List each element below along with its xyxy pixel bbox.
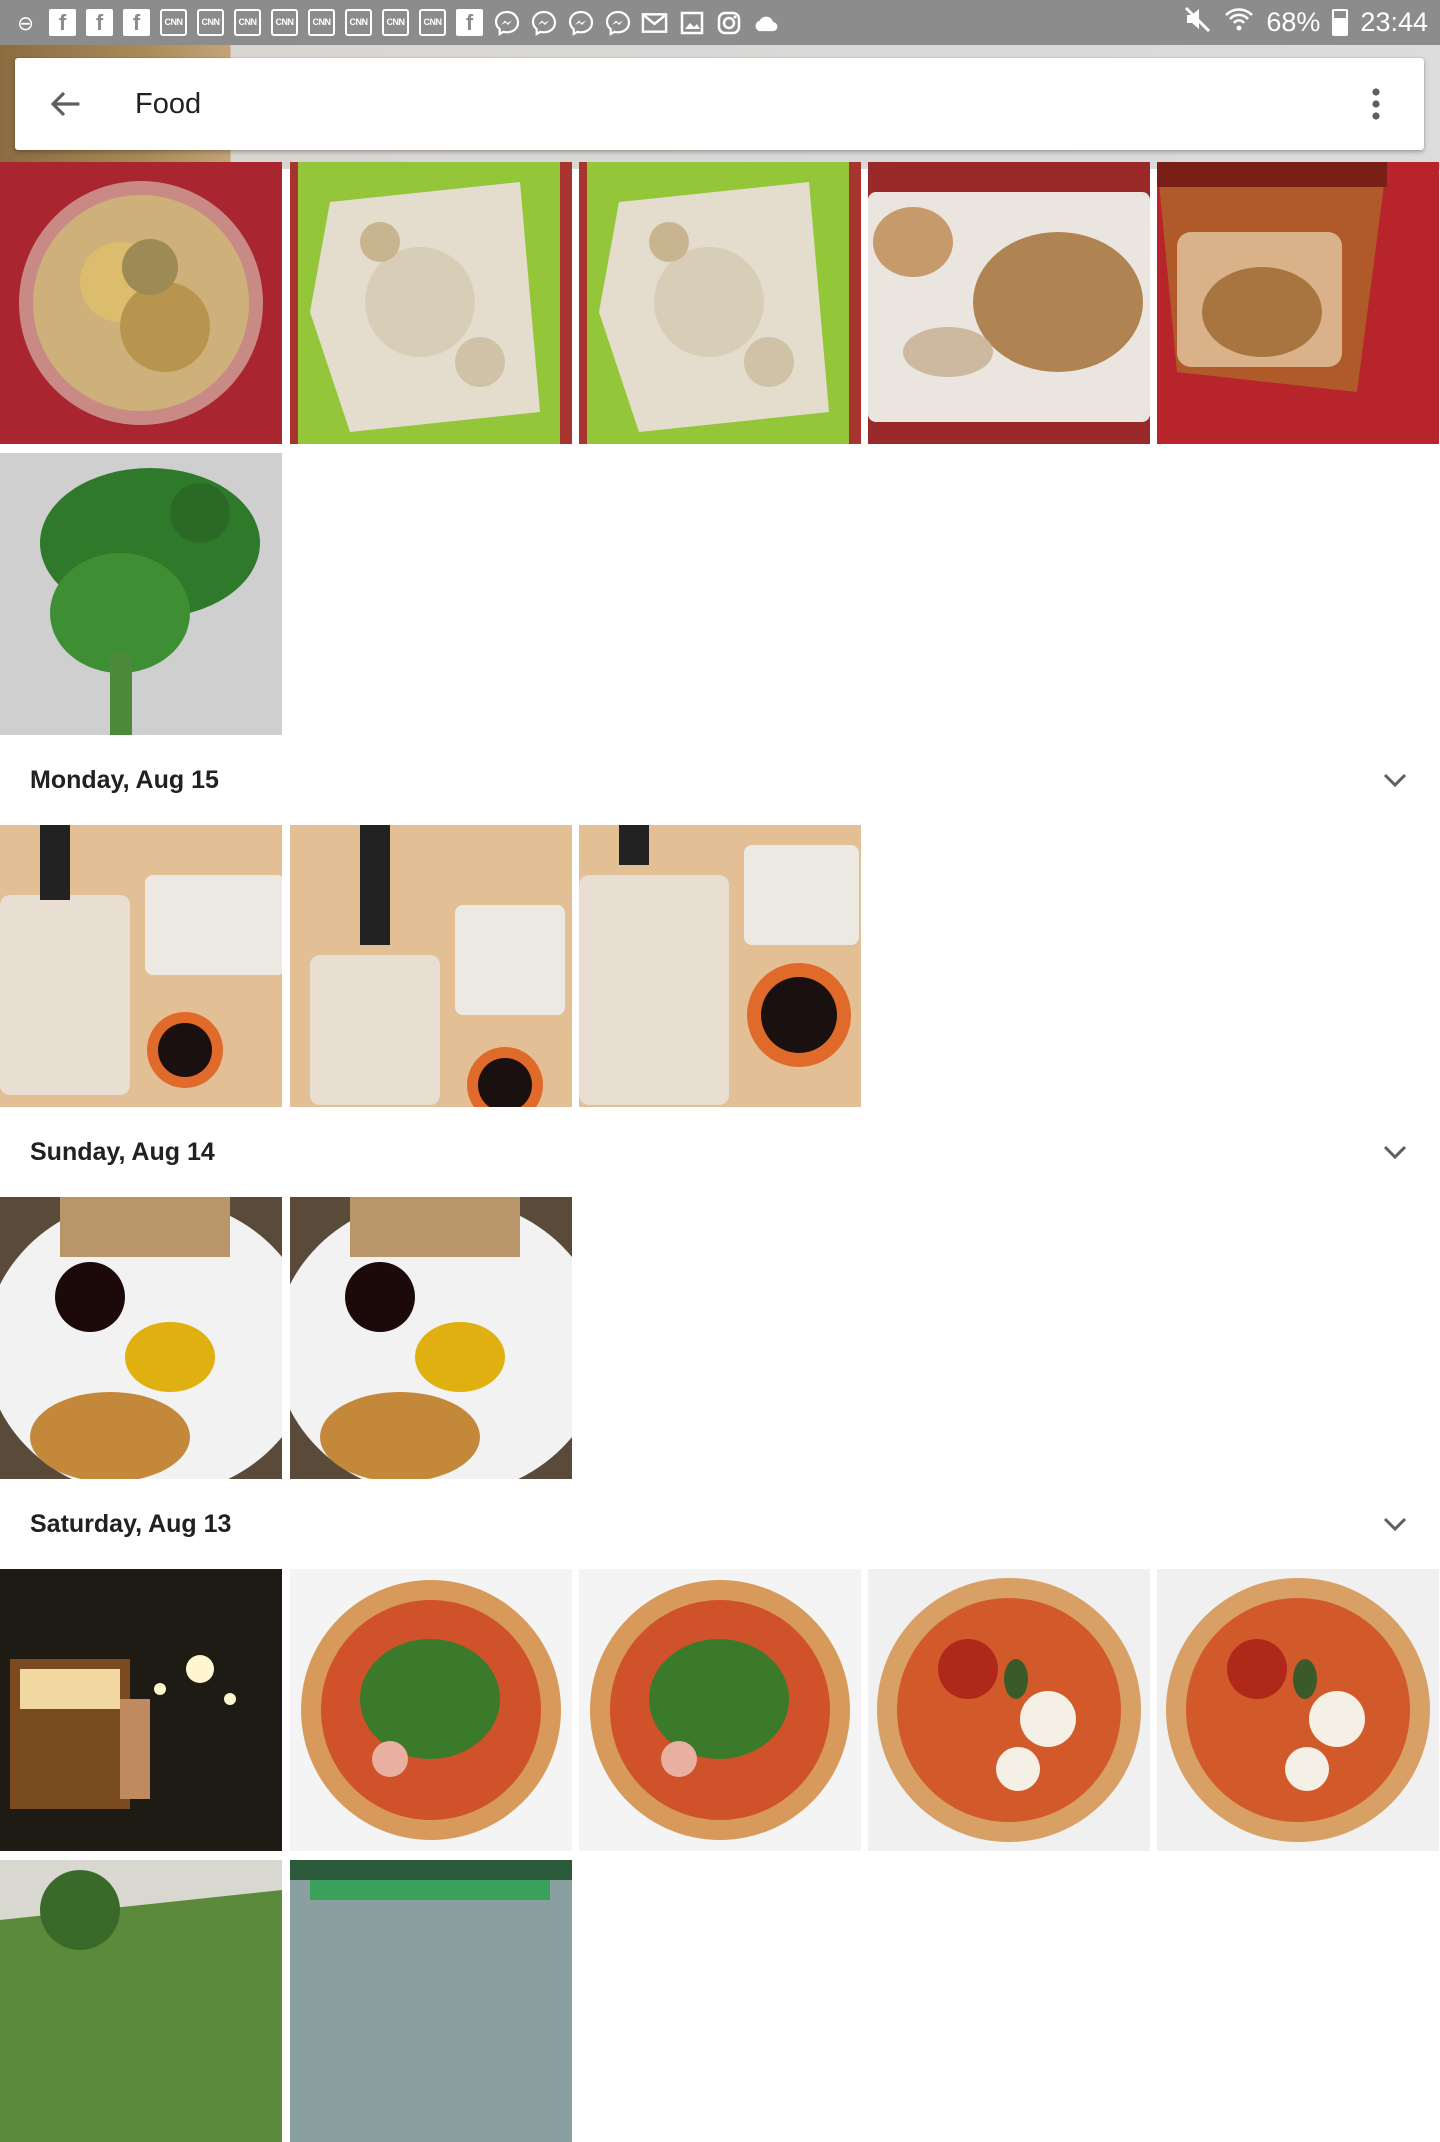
chevron-down-icon bbox=[1383, 1517, 1407, 1532]
cnn-icon: CNN bbox=[160, 9, 187, 36]
cnn-icon: CNN bbox=[345, 9, 372, 36]
facebook-icon: f bbox=[86, 9, 113, 36]
cnn-icon: CNN bbox=[419, 9, 446, 36]
photo-thumbnail[interactable] bbox=[290, 825, 572, 1107]
photo-row bbox=[0, 1860, 1440, 2142]
messenger-icon bbox=[530, 9, 557, 36]
battery-icon bbox=[1332, 9, 1349, 36]
cnn-icon: CNN bbox=[271, 9, 298, 36]
chevron-down-icon bbox=[1383, 773, 1407, 788]
photo-thumbnail[interactable] bbox=[0, 162, 282, 444]
cnn-icon: CNN bbox=[382, 9, 409, 36]
messenger-icon bbox=[567, 9, 594, 36]
app-bar: Food bbox=[15, 58, 1424, 150]
clock: 23:44 bbox=[1360, 7, 1428, 37]
battery-percent: 68% bbox=[1266, 7, 1321, 37]
cnn-icon: CNN bbox=[234, 9, 261, 36]
facebook-icon: f bbox=[49, 9, 76, 36]
expand-section-button[interactable] bbox=[1372, 1501, 1418, 1547]
date-label: Sunday, Aug 14 bbox=[30, 1138, 215, 1166]
system-status: 68% 23:44 bbox=[1182, 0, 1428, 45]
photo-thumbnail[interactable] bbox=[290, 162, 572, 444]
photo-thumbnail[interactable] bbox=[290, 1569, 572, 1851]
photo-row bbox=[0, 825, 1440, 1107]
photo-thumbnail[interactable] bbox=[579, 825, 861, 1107]
photo-thumbnail[interactable] bbox=[1157, 162, 1439, 444]
wifi-icon bbox=[1224, 4, 1254, 41]
facebook-icon: f bbox=[456, 9, 483, 36]
photo-thumbnail[interactable] bbox=[579, 1569, 861, 1851]
photo-grid: Monday, Aug 15 Sunday, Aug 14 Saturday, … bbox=[0, 162, 1440, 2142]
date-header: Saturday, Aug 13 bbox=[0, 1479, 1440, 1569]
photo-thumbnail[interactable] bbox=[868, 1569, 1150, 1851]
photo-thumbnail[interactable] bbox=[579, 162, 861, 444]
page-title: Food bbox=[135, 88, 202, 120]
instagram-icon bbox=[715, 9, 742, 36]
photo-thumbnail[interactable] bbox=[0, 1569, 282, 1851]
back-button[interactable] bbox=[37, 76, 93, 132]
cnn-icon: CNN bbox=[308, 9, 335, 36]
back-arrow-icon bbox=[51, 92, 80, 116]
facebook-icon: f bbox=[123, 9, 150, 36]
date-label: Monday, Aug 15 bbox=[30, 766, 219, 794]
minus-circle-icon: ⊖ bbox=[17, 10, 34, 35]
photo-thumbnail[interactable] bbox=[290, 1197, 572, 1479]
photo-thumbnail[interactable] bbox=[868, 162, 1150, 444]
photo-row bbox=[0, 162, 1440, 444]
gallery-icon bbox=[678, 9, 705, 36]
photo-thumbnail[interactable] bbox=[1157, 1569, 1439, 1851]
photo-row bbox=[0, 1569, 1440, 1851]
photo-thumbnail[interactable] bbox=[0, 825, 282, 1107]
more-vert-icon bbox=[1372, 88, 1380, 120]
cloud-icon bbox=[752, 9, 779, 36]
photo-thumbnail[interactable] bbox=[0, 1197, 282, 1479]
messenger-icon bbox=[604, 9, 631, 36]
status-bar: ⊖ f f f CNN CNN CNN CNN CNN CNN CNN CNN … bbox=[0, 0, 1440, 45]
photo-row bbox=[0, 1197, 1440, 1479]
more-options-button[interactable] bbox=[1348, 76, 1404, 132]
date-header: Monday, Aug 15 bbox=[0, 735, 1440, 825]
photo-row bbox=[0, 453, 1440, 735]
photo-thumbnail[interactable] bbox=[290, 1860, 572, 2142]
photo-thumbnail[interactable] bbox=[0, 453, 282, 735]
expand-section-button[interactable] bbox=[1372, 757, 1418, 803]
photo-thumbnail[interactable] bbox=[0, 1860, 282, 2142]
date-label: Saturday, Aug 13 bbox=[30, 1510, 232, 1538]
date-header: Sunday, Aug 14 bbox=[0, 1107, 1440, 1197]
messenger-icon bbox=[493, 9, 520, 36]
gmail-icon bbox=[641, 9, 668, 36]
mute-icon bbox=[1182, 4, 1212, 41]
chevron-down-icon bbox=[1383, 1145, 1407, 1160]
notification-icons: ⊖ f f f CNN CNN CNN CNN CNN CNN CNN CNN … bbox=[12, 0, 779, 45]
cnn-icon: CNN bbox=[197, 9, 224, 36]
expand-section-button[interactable] bbox=[1372, 1129, 1418, 1175]
